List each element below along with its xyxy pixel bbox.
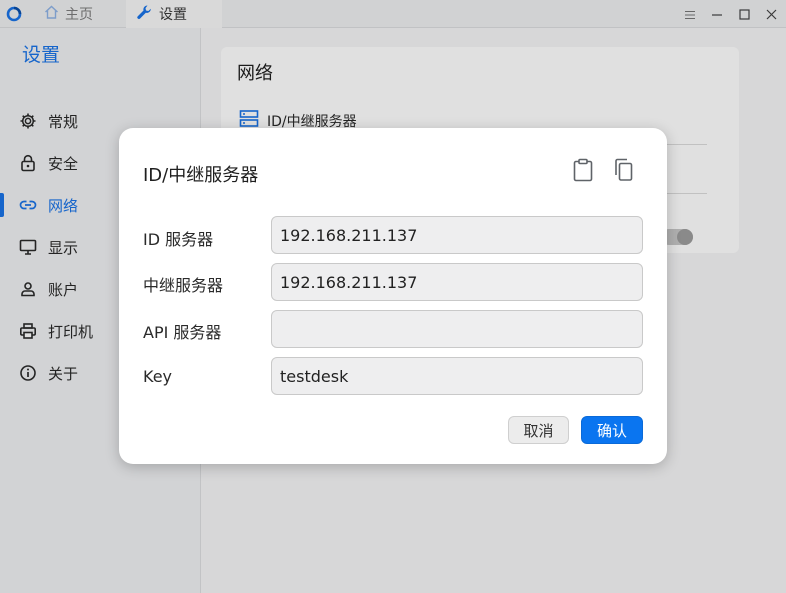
id-server-label: ID 服务器 — [143, 230, 214, 249]
paste-button[interactable] — [570, 158, 596, 186]
id-relay-server-dialog: ID/中继服务器 ID 服务器 中继服务器 API 服务器 Key 取消 确认 — [119, 128, 667, 464]
relay-server-label: 中继服务器 — [143, 276, 224, 295]
id-server-input[interactable] — [271, 216, 643, 254]
key-label: Key — [143, 367, 173, 386]
cancel-button[interactable]: 取消 — [508, 416, 569, 444]
clipboard-icon — [572, 158, 594, 186]
api-server-input[interactable] — [271, 310, 643, 348]
api-server-label: API 服务器 — [143, 323, 222, 342]
relay-server-input[interactable] — [271, 263, 643, 301]
copy-icon — [612, 158, 634, 186]
copy-button[interactable] — [610, 158, 636, 186]
confirm-button[interactable]: 确认 — [581, 416, 643, 444]
dialog-title: ID/中继服务器 — [143, 165, 259, 186]
key-input[interactable] — [271, 357, 643, 395]
